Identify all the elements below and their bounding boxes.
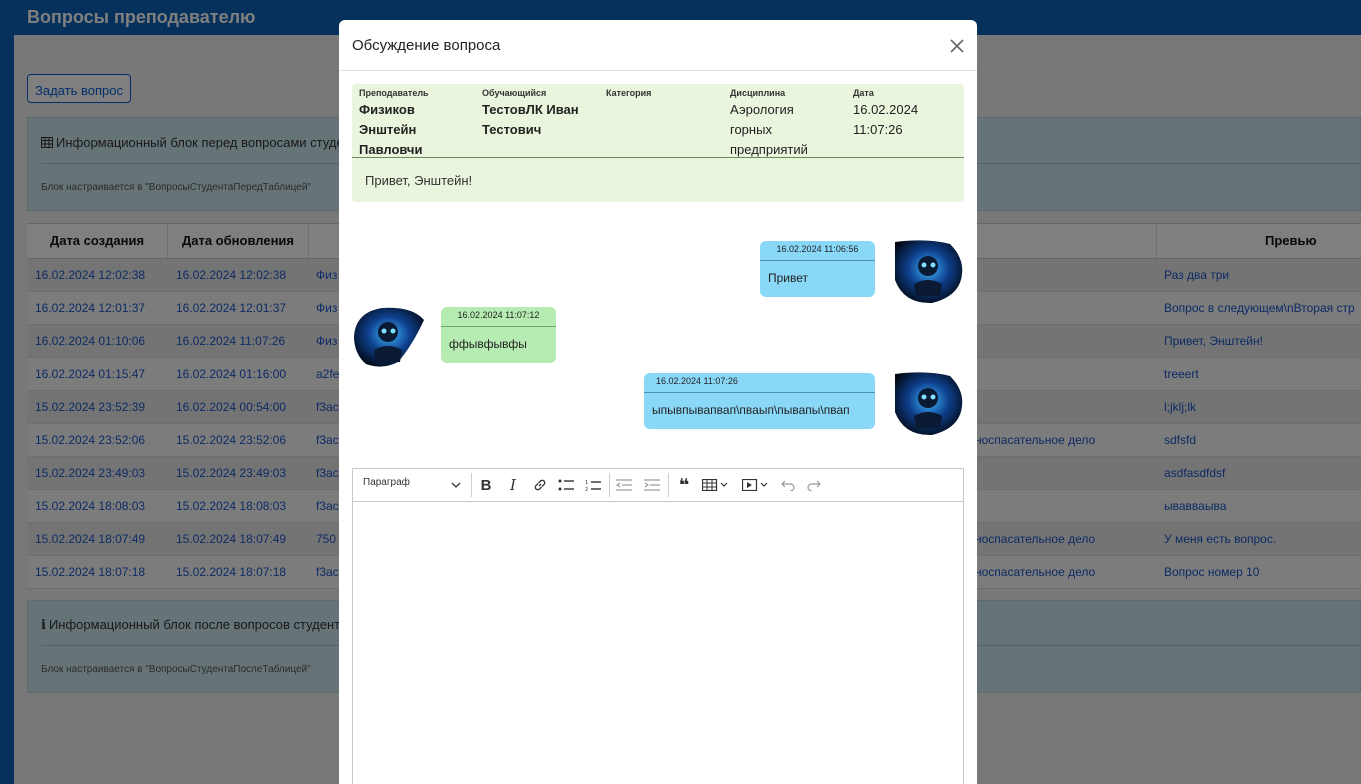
editor-toolbar: Параграф B I 12 ❝ xyxy=(353,469,963,502)
student-col: Обучающийся ТестовЛК Иван Тестович xyxy=(482,88,579,140)
discipline-value-1: Аэрология xyxy=(730,102,794,117)
discipline-col: Дисциплина Аэрология горных предприятий xyxy=(730,88,808,160)
svg-text:2: 2 xyxy=(585,487,588,492)
teacher-label: Преподаватель xyxy=(359,88,429,98)
category-label: Категория xyxy=(606,88,652,98)
italic-icon[interactable]: I xyxy=(505,475,521,495)
redo-icon[interactable] xyxy=(806,475,822,495)
paragraph-select[interactable]: Параграф xyxy=(363,477,410,488)
avatar xyxy=(890,372,964,436)
message-bubble: 16.02.2024 11:07:26 ыпывпывапвап\пваып\п… xyxy=(644,373,875,429)
indent-icon[interactable] xyxy=(643,475,661,495)
date-value-2: 11:07:26 xyxy=(853,122,903,137)
date-label: Дата xyxy=(853,88,874,98)
avatar xyxy=(352,306,426,370)
media-embed-icon[interactable] xyxy=(741,475,771,495)
link-icon[interactable] xyxy=(531,475,549,495)
paragraph-label: Параграф xyxy=(363,477,410,488)
numbered-list-icon[interactable]: 12 xyxy=(584,475,602,495)
message-text: ффывфывфы xyxy=(449,337,527,351)
message-text: ыпывпывапвап\пваып\пывапы\пвап xyxy=(652,403,850,417)
question-text: Привет, Энштейн! xyxy=(365,173,473,188)
student-label: Обучающийся xyxy=(482,88,547,98)
discussion-modal: Обсуждение вопроса Преподаватель Физиков… xyxy=(339,20,977,784)
message-date: 16.02.2024 11:07:26 xyxy=(656,376,738,386)
chevron-down-icon[interactable] xyxy=(449,475,463,495)
quote-icon[interactable]: ❝ xyxy=(675,475,693,495)
table-insert-icon[interactable] xyxy=(701,475,731,495)
discipline-label: Дисциплина xyxy=(730,88,786,98)
discipline-value-2: горных xyxy=(730,122,772,137)
bold-icon[interactable]: B xyxy=(478,475,494,495)
bullet-list-icon[interactable] xyxy=(557,475,575,495)
date-col: Дата 16.02.2024 11:07:26 xyxy=(853,88,918,140)
message-bubble: 16.02.2024 11:07:12 ффывфывфы xyxy=(441,307,556,363)
student-value-1: ТестовЛК Иван xyxy=(482,102,579,117)
undo-icon[interactable] xyxy=(780,475,796,495)
message-editor: Параграф B I 12 ❝ xyxy=(352,468,964,784)
date-value-1: 16.02.2024 xyxy=(853,102,919,117)
modal-title: Обсуждение вопроса xyxy=(352,37,501,54)
message-date: 16.02.2024 11:06:56 xyxy=(776,244,859,254)
outdent-icon[interactable] xyxy=(615,475,633,495)
category-col: Категория xyxy=(606,88,651,98)
teacher-col: Преподаватель Физиков Энштейн Павловчи xyxy=(359,88,429,160)
teacher-value-2: Энштейн xyxy=(359,122,417,137)
teacher-value-1: Физиков xyxy=(359,102,415,117)
message-bubble: 16.02.2024 11:06:56 Привет xyxy=(760,241,875,297)
student-value-2: Тестович xyxy=(482,122,542,137)
editor-text-area[interactable] xyxy=(353,502,963,784)
avatar xyxy=(890,240,964,304)
close-icon[interactable] xyxy=(946,35,968,57)
message-text: Привет xyxy=(768,271,809,285)
message-date: 16.02.2024 11:07:12 xyxy=(457,310,540,320)
question-card: Преподаватель Физиков Энштейн Павловчи О… xyxy=(352,84,964,202)
svg-text:1: 1 xyxy=(585,480,588,486)
